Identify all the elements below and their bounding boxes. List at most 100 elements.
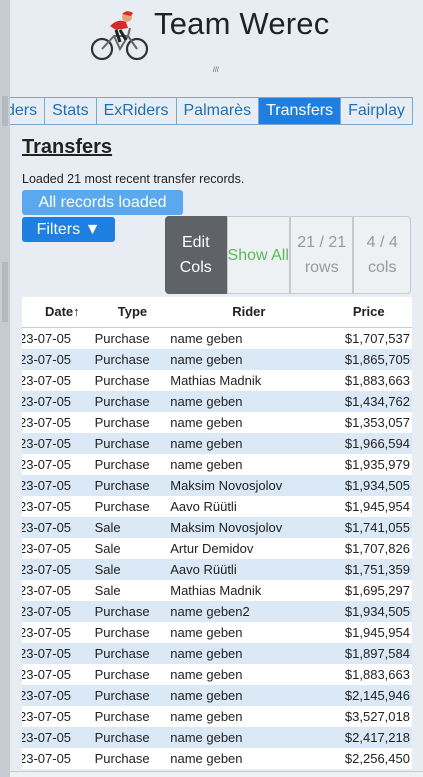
table-row: 23-07-05 Purchase name geben $1,865,705 — [22, 349, 412, 370]
table-header: Date↑ Type Rider Price — [22, 297, 412, 328]
row-type: Purchase — [94, 625, 150, 640]
tab-transfers[interactable]: Transfers — [259, 98, 342, 124]
row-date: 23-07-05 — [22, 373, 72, 388]
row-price: $2,417,218 — [344, 730, 410, 745]
row-type: Purchase — [94, 436, 150, 451]
row-price: $1,883,663 — [344, 667, 410, 682]
row-rider[interactable]: name geben — [170, 748, 327, 769]
row-rider[interactable]: Maksim Novosjolov — [170, 475, 327, 496]
tab-exriders[interactable]: ExRiders — [97, 98, 177, 124]
row-price: $1,934,505 — [344, 478, 410, 493]
row-price: $3,527,018 — [344, 709, 410, 724]
header-rider[interactable]: Rider — [170, 297, 327, 327]
row-rider[interactable]: name geben — [170, 706, 327, 727]
table-body: 23-07-05 Purchase name geben $1,707,537 23-0… — [22, 328, 412, 769]
row-date: 23-07-05 — [22, 436, 72, 451]
row-type: Purchase — [94, 646, 150, 661]
row-date: 23-07-05 — [22, 583, 72, 598]
row-price: $1,707,537 — [344, 331, 410, 346]
row-type: Purchase — [94, 751, 150, 766]
cols-count: 4 / 4 cols — [353, 216, 411, 294]
row-rider[interactable]: name geben — [170, 391, 327, 412]
row-type: Sale — [94, 583, 121, 598]
main-panel: Team Werec /// ders Stats ExRiders Palma… — [10, 0, 423, 777]
row-rider[interactable]: name geben — [170, 454, 327, 475]
row-price: $1,935,979 — [344, 457, 410, 472]
row-rider[interactable]: name geben — [170, 328, 327, 349]
page-header: Team Werec /// — [10, 0, 423, 96]
row-rider[interactable]: Artur Demidov — [170, 538, 327, 559]
row-date: 23-07-05 — [22, 604, 72, 619]
table-row: 23-07-05 Purchase name geben $1,883,663 — [22, 664, 412, 685]
table-row: 23-07-05 Purchase name geben $3,527,018 — [22, 706, 412, 727]
status-text: Loaded 21 most recent transfer records. — [22, 172, 245, 186]
side-scroll-edge — [0, 0, 10, 777]
row-rider[interactable]: name geben — [170, 412, 327, 433]
row-rider[interactable]: name geben — [170, 727, 327, 748]
table-row: 23-07-05 Purchase name geben $1,945,954 — [22, 622, 412, 643]
row-price: $1,751,359 — [344, 562, 410, 577]
row-rider[interactable]: Mathias Madnik — [170, 370, 327, 391]
app-title: Team Werec — [154, 6, 330, 41]
column-toggles: Edit Cols Show All 21 / 21 rows 4 / 4 co… — [165, 216, 411, 294]
table-row: 23-07-05 Purchase Maksim Novosjolov $1,934,… — [22, 475, 412, 496]
header-type[interactable]: Type — [95, 297, 171, 327]
table-row: 23-07-05 Purchase name geben $2,145,946 — [22, 685, 412, 706]
row-date: 23-07-05 — [22, 688, 72, 703]
row-rider[interactable]: name geben — [170, 685, 327, 706]
table-row: 23-07-05 Sale Artur Demidov $1,707,826 — [22, 538, 412, 559]
tab-palmares[interactable]: Palmarès — [177, 98, 260, 124]
row-date: 23-07-05 — [22, 667, 72, 682]
row-price: $1,353,057 — [344, 415, 410, 430]
table-row: 23-07-05 Sale Maksim Novosjolov $1,741,055 — [22, 517, 412, 538]
filters-button[interactable]: Filters ▼ — [22, 217, 115, 242]
row-type: Sale — [94, 562, 121, 577]
row-date: 23-07-05 — [22, 457, 72, 472]
row-rider[interactable]: name geben — [170, 643, 327, 664]
row-rider[interactable]: Maksim Novosjolov — [170, 517, 327, 538]
bottom-edge — [10, 771, 423, 777]
row-price: $2,256,450 — [344, 751, 410, 766]
row-date: 23-07-05 — [22, 352, 72, 367]
row-price: $1,707,826 — [344, 541, 410, 556]
row-price: $1,934,505 — [344, 604, 410, 619]
row-date: 23-07-05 — [22, 478, 72, 493]
row-price: $1,865,705 — [344, 352, 410, 367]
tab-stats[interactable]: Stats — [45, 98, 97, 124]
table-row: 23-07-05 Sale Mathias Madnik $1,695,297 — [22, 580, 412, 601]
row-type: Purchase — [94, 331, 150, 346]
table-row: 23-07-05 Purchase name geben $1,353,057 — [22, 412, 412, 433]
row-rider[interactable]: Aavo Rüütli — [170, 496, 327, 517]
show-all-button[interactable]: Show All — [226, 216, 290, 294]
row-date: 23-07-05 — [22, 520, 72, 535]
tab-fairplay[interactable]: Fairplay — [341, 98, 413, 124]
row-date: 23-07-05 — [22, 730, 72, 745]
row-rider[interactable]: name geben — [170, 664, 327, 685]
row-rider[interactable]: Mathias Madnik — [170, 580, 327, 601]
row-rider[interactable]: name geben — [170, 622, 327, 643]
app-subtitle: /// — [213, 67, 219, 74]
row-rider[interactable]: name geben2 — [170, 601, 327, 622]
row-price: $1,897,584 — [344, 646, 410, 661]
row-rider[interactable]: name geben — [170, 349, 327, 370]
header-date[interactable]: Date↑ — [22, 297, 95, 327]
row-type: Purchase — [94, 667, 150, 682]
row-price: $1,434,762 — [344, 394, 410, 409]
records-loaded-badge: All records loaded — [22, 190, 183, 215]
table-row: 23-07-05 Sale Aavo Rüütli $1,751,359 — [22, 559, 412, 580]
row-type: Purchase — [94, 478, 150, 493]
row-date: 23-07-05 — [22, 541, 72, 556]
edit-cols-button[interactable]: Edit Cols — [165, 216, 227, 294]
table-row: 23-07-05 Purchase name geben $1,707,537 — [22, 328, 412, 349]
row-date: 23-07-05 — [22, 394, 72, 409]
row-price: $2,145,946 — [344, 688, 410, 703]
table-row: 23-07-05 Purchase name geben $1,935,979 — [22, 454, 412, 475]
row-rider[interactable]: Aavo Rüütli — [170, 559, 327, 580]
row-type: Purchase — [94, 373, 150, 388]
header-price[interactable]: Price — [327, 297, 412, 327]
row-type: Purchase — [94, 394, 150, 409]
row-date: 23-07-05 — [22, 709, 72, 724]
row-rider[interactable]: name geben — [170, 433, 327, 454]
row-type: Purchase — [94, 457, 150, 472]
tab-riders[interactable]: ders — [10, 98, 46, 124]
